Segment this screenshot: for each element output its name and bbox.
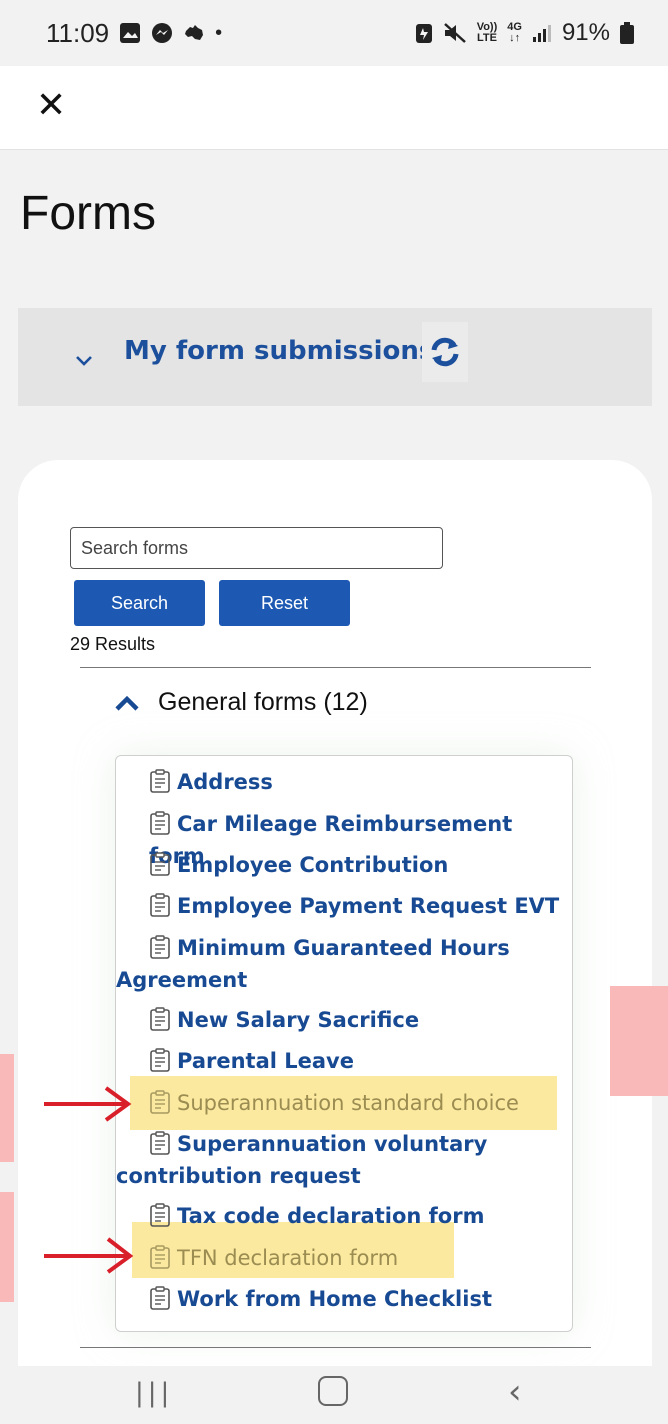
form-item-label[interactable]: Employee Payment Request EVT [177, 894, 559, 918]
chevron-down-icon[interactable] [74, 350, 94, 370]
form-item-label[interactable]: Employee Contribution [177, 853, 448, 877]
form-item-tfn-declaration[interactable]: TFN declaration form [116, 1242, 574, 1274]
form-item-new-salary-sacrifice[interactable]: New Salary Sacrifice [116, 1004, 574, 1036]
form-item-employee-contribution[interactable]: Employee Contribution [116, 849, 574, 881]
refresh-icon [431, 337, 459, 367]
red-arrow-icon [44, 1237, 134, 1274]
battery-percent: 91% [561, 19, 610, 46]
lte-label: LTE [476, 32, 497, 44]
clipboard-icon [150, 1048, 170, 1072]
form-item-work-from-home[interactable]: Work from Home Checklist [116, 1283, 574, 1315]
group-title[interactable]: General forms (12) [158, 688, 368, 717]
clipboard-icon [150, 1245, 170, 1269]
form-item-minimum-guaranteed-hours[interactable]: Minimum Guaranteed Hours Agreement [116, 932, 574, 996]
top-bar: ✕ [0, 66, 668, 150]
network-indicator: 4G ↓↑ [507, 22, 522, 44]
clipboard-icon [150, 1007, 170, 1031]
form-item-tax-code-declaration[interactable]: Tax code declaration form [116, 1200, 574, 1232]
red-arrow-icon [44, 1086, 132, 1122]
form-item-label[interactable]: TFN declaration form [177, 1246, 398, 1270]
form-item-label[interactable]: Work from Home Checklist [177, 1287, 492, 1311]
clipboard-icon [150, 811, 170, 835]
australia-map-icon [185, 25, 204, 40]
form-item-label[interactable]: Parental Leave [177, 1049, 354, 1073]
form-item-label-continued[interactable]: contribution request [116, 1160, 574, 1192]
search-input[interactable] [70, 527, 443, 569]
form-item-label[interactable]: Superannuation standard choice [177, 1091, 519, 1115]
annotation-block [0, 1054, 14, 1162]
annotation-block [610, 986, 668, 1096]
page-title: Forms [20, 187, 156, 240]
form-item-label-continued[interactable]: Agreement [116, 964, 574, 996]
annotation-block [0, 1192, 14, 1302]
general-forms-list: Address Car Mileage Reimbursement form E… [115, 755, 573, 1332]
form-item-label[interactable]: Address [177, 770, 273, 794]
gallery-icon [120, 23, 141, 43]
form-item-parental-leave[interactable]: Parental Leave [116, 1045, 574, 1077]
refresh-button[interactable] [422, 322, 468, 382]
form-item-superannuation-standard-choice[interactable]: Superannuation standard choice [116, 1087, 574, 1119]
clipboard-icon [150, 852, 170, 876]
signal-icon [532, 25, 551, 42]
divider [80, 667, 591, 668]
clipboard-icon [150, 1203, 170, 1227]
form-item-employee-payment-request[interactable]: Employee Payment Request EVT [116, 890, 574, 922]
form-item-label[interactable]: New Salary Sacrifice [177, 1008, 419, 1032]
recent-apps-icon[interactable]: ||| [135, 1378, 173, 1408]
form-item-label[interactable]: Superannuation voluntary [177, 1132, 487, 1156]
system-nav-bar: ||| ‹ [0, 1366, 668, 1424]
clipboard-icon [150, 935, 170, 959]
volte-indicator: Vo)) LTE [477, 22, 498, 44]
data-arrows-icon: ↓↑ [509, 32, 521, 44]
clipboard-icon [150, 1131, 170, 1155]
mute-icon [443, 23, 466, 43]
chevron-up-icon[interactable] [114, 694, 140, 712]
messenger-icon [152, 23, 173, 43]
notification-dot-icon: • [215, 21, 223, 44]
status-time: 11:09 [46, 17, 110, 48]
battery-saver-icon [415, 24, 432, 43]
close-icon[interactable]: ✕ [36, 86, 66, 126]
my-form-submissions-panel[interactable]: My form submissions [18, 308, 652, 406]
search-button[interactable]: Search [74, 580, 205, 626]
back-icon[interactable]: ‹ [508, 1372, 522, 1412]
clipboard-icon [150, 769, 170, 793]
group-header-general-forms[interactable]: General forms (12) [114, 688, 368, 717]
status-bar: 11:09 • Vo)) LTE 4G ↓↑ 91% [0, 0, 668, 66]
home-icon[interactable] [318, 1376, 348, 1406]
form-item-label[interactable]: Tax code declaration form [177, 1204, 484, 1228]
status-left: 11:09 • [46, 18, 222, 49]
reset-button[interactable]: Reset [219, 580, 350, 626]
form-item-label[interactable]: Minimum Guaranteed Hours [177, 936, 510, 960]
clipboard-icon [150, 1090, 170, 1114]
form-item-superannuation-voluntary[interactable]: Superannuation voluntary contribution re… [116, 1128, 574, 1192]
status-right: Vo)) LTE 4G ↓↑ 91% [415, 19, 634, 47]
divider [80, 1347, 591, 1348]
my-form-submissions-label[interactable]: My form submissions [124, 336, 434, 366]
battery-icon [620, 22, 634, 44]
form-item-address[interactable]: Address [116, 766, 574, 798]
results-count: 29 Results [70, 634, 156, 654]
clipboard-icon [150, 893, 170, 917]
clipboard-icon [150, 1286, 170, 1310]
